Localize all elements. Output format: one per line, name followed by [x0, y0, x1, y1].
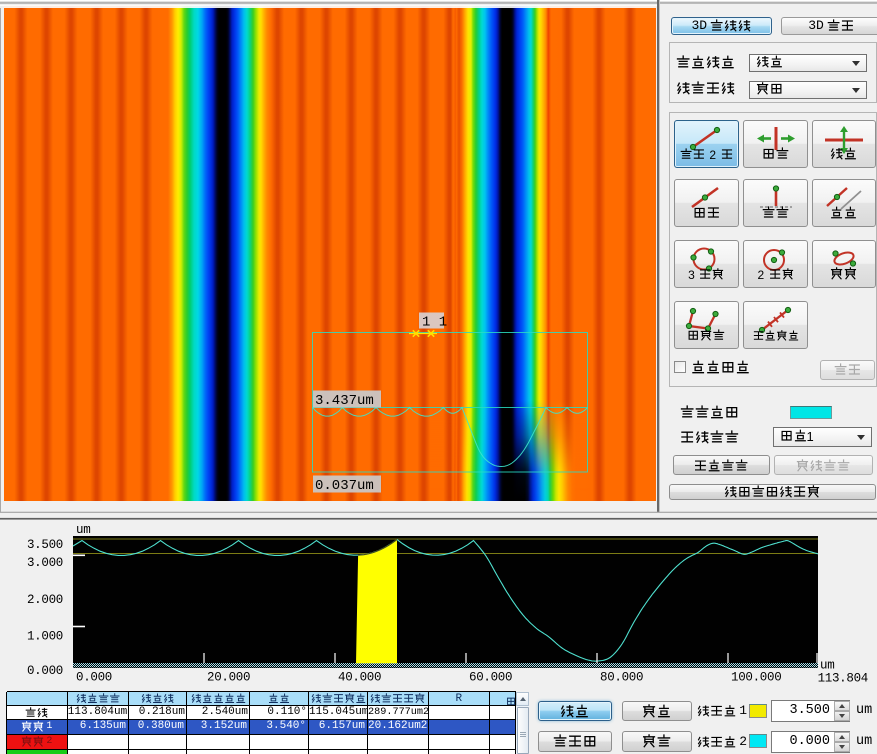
svg-text:3.500: 3.500 — [27, 538, 63, 552]
svg-text:80.000: 80.000 — [600, 671, 643, 685]
svg-text:um: um — [76, 523, 90, 537]
svg-text:60.000: 60.000 — [469, 671, 512, 685]
svg-text:113.804: 113.804 — [818, 672, 868, 686]
svg-text:0.037um: 0.037um — [315, 478, 374, 494]
svg-text:1 1: 1 1 — [422, 315, 447, 331]
svg-text:3.000: 3.000 — [27, 556, 63, 570]
svg-text:100.000: 100.000 — [731, 671, 781, 685]
svg-text:20.000: 20.000 — [207, 671, 250, 685]
svg-text:0.000: 0.000 — [76, 671, 112, 685]
svg-text:0.000: 0.000 — [27, 664, 63, 678]
svg-text:um: um — [820, 659, 834, 673]
svg-text:40.000: 40.000 — [338, 671, 381, 685]
svg-text:3.437um: 3.437um — [315, 393, 374, 409]
svg-text:2.000: 2.000 — [27, 593, 63, 607]
svg-text:1.000: 1.000 — [27, 630, 63, 644]
